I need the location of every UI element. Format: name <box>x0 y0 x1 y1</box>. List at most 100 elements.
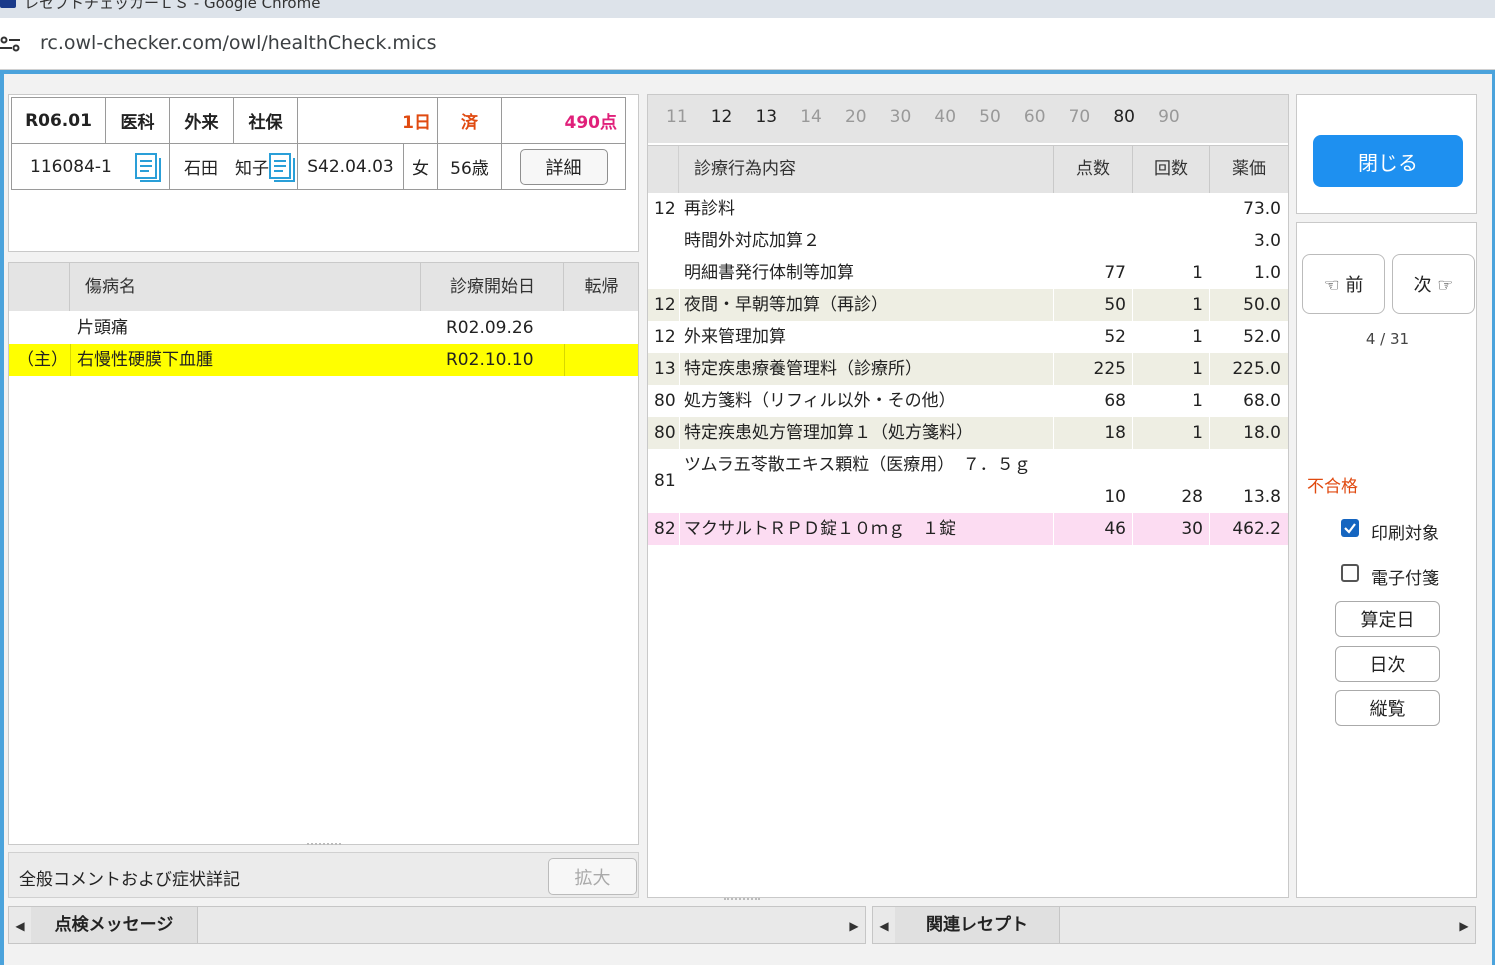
detail-button[interactable]: 詳細 <box>519 148 608 185</box>
next-button[interactable]: 次 ☞ <box>1392 254 1475 314</box>
act-code: 81 <box>654 471 676 491</box>
act-count: 1 <box>1192 263 1203 283</box>
splitter-handle[interactable] <box>307 843 341 846</box>
address-bar[interactable]: rc.owl-checker.com/owl/healthCheck.mics <box>0 18 1495 70</box>
e-attach-label[interactable]: 電子付箋 <box>1371 564 1439 589</box>
category-tab-12[interactable]: 12 <box>711 107 733 127</box>
site-settings-icon[interactable] <box>0 34 22 54</box>
act-points: 10 <box>1104 487 1126 507</box>
expand-button[interactable]: 拡大 <box>548 858 637 895</box>
act-name: ツムラ五苓散エキス顆粒（医療用） ７．５ｇ <box>684 455 1031 475</box>
act-row[interactable]: 82 マクサルトＲＰＤ錠１０ｍｇ １錠 46 30 462.2 <box>648 513 1288 545</box>
main-col-header <box>9 263 70 311</box>
acts-panel: 11 12 13 14 20 30 40 50 60 70 80 90 診療行為… <box>647 94 1289 901</box>
disease-row[interactable]: 片頭痛 R02.09.26 <box>9 312 637 344</box>
category-tab-80[interactable]: 80 <box>1113 107 1135 127</box>
act-count <box>1133 225 1203 257</box>
column-divider <box>1209 289 1210 321</box>
print-target-checkbox[interactable] <box>1341 519 1359 537</box>
document-icon[interactable] <box>269 153 295 183</box>
category-tab-70[interactable]: 70 <box>1069 107 1091 127</box>
daily-button[interactable]: 日次 <box>1335 646 1440 682</box>
act-name: マクサルトＲＰＤ錠１０ｍｇ １錠 <box>684 519 956 539</box>
splitter-handle[interactable] <box>724 898 760 901</box>
category-tabs: 11 12 13 14 20 30 40 50 60 70 80 90 <box>648 95 1288 143</box>
checkmark-icon <box>1344 523 1356 534</box>
claim-month: R06.01 <box>11 97 106 144</box>
disease-row[interactable]: （主） 右慢性硬膜下血腫 R02.10.10 <box>9 344 638 376</box>
act-price: 3.0 <box>1253 231 1281 251</box>
related-receipt-tab[interactable]: 関連レセプト <box>895 907 1060 943</box>
act-row[interactable]: 12 再診料 73.0 <box>648 193 1288 225</box>
window-title: レセプトチェッカーＬＳ - Google Chrome <box>24 0 321 12</box>
patient-name: 石田 知子 <box>184 159 269 179</box>
column-divider <box>1132 513 1133 545</box>
outcome-col-header: 転帰 <box>584 277 619 297</box>
scroll-left-arrow-icon[interactable]: ◀ <box>873 907 895 945</box>
act-row[interactable]: 13 特定疾患療養管理料（診療所） 225 1 225.0 <box>648 353 1288 385</box>
act-price: 52.0 <box>1243 327 1281 347</box>
category-tab-90[interactable]: 90 <box>1158 107 1180 127</box>
act-code: 82 <box>654 519 676 539</box>
act-row[interactable]: 明細書発行体制等加算 77 1 1.0 <box>648 257 1288 289</box>
disease-name-col-header: 傷病名 <box>71 263 421 311</box>
category-tab-60[interactable]: 60 <box>1024 107 1046 127</box>
act-count: 1 <box>1192 295 1203 315</box>
category-tab-13[interactable]: 13 <box>755 107 777 127</box>
acts-table-header: 診療行為内容 点数 回数 薬価 <box>648 145 1288 193</box>
calc-date-button[interactable]: 算定日 <box>1335 601 1440 637</box>
category-tab-50[interactable]: 50 <box>979 107 1001 127</box>
act-row[interactable]: 80 処方箋料（リフィル以外・その他） 68 1 68.0 <box>648 385 1288 417</box>
main-disease-flag: （主） <box>17 350 68 370</box>
act-points: 77 <box>1104 263 1126 283</box>
e-attach-checkbox[interactable] <box>1341 564 1359 582</box>
act-row[interactable]: 81 ツムラ五苓散エキス顆粒（医療用） ７．５ｇ 10 28 13.8 <box>648 449 1288 513</box>
act-name: 再診料 <box>684 199 735 219</box>
category-tab-11[interactable]: 11 <box>666 107 688 127</box>
act-row[interactable]: 時間外対応加算２ 3.0 <box>648 225 1288 257</box>
category-tab-40[interactable]: 40 <box>934 107 956 127</box>
insurance-type: 社保 <box>233 97 298 144</box>
app-favicon-icon <box>0 0 16 8</box>
vertical-review-button[interactable]: 縦覧 <box>1335 690 1440 726</box>
prev-button[interactable]: ☜ 前 <box>1302 254 1385 314</box>
column-divider <box>1132 353 1133 385</box>
act-row[interactable]: 12 夜間・早朝等加算（再診） 50 1 50.0 <box>648 289 1288 321</box>
act-row[interactable]: 12 外来管理加算 52 1 52.0 <box>648 321 1288 353</box>
act-price: 18.0 <box>1243 423 1281 443</box>
act-price: 462.2 <box>1232 519 1281 539</box>
category-tab-20[interactable]: 20 <box>845 107 867 127</box>
close-button[interactable]: 閉じる <box>1313 135 1463 187</box>
disease-name: 片頭痛 <box>77 318 128 338</box>
detail-button-cell: 詳細 <box>501 143 626 190</box>
column-divider <box>1053 417 1054 449</box>
birth-date: S42.04.03 <box>297 143 404 190</box>
column-divider <box>1053 513 1054 545</box>
act-row[interactable]: 80 特定疾患処方管理加算１（処方箋料） 18 1 18.0 <box>648 417 1288 449</box>
column-divider <box>1209 353 1210 385</box>
column-divider <box>679 353 680 385</box>
count-col-header: 回数 <box>1133 146 1210 193</box>
document-icon[interactable] <box>135 153 161 183</box>
receipt-header-table: R06.01 医科 外来 社保 1日 済 490点 116084-1 石田 知子 <box>11 97 626 190</box>
column-divider <box>1132 289 1133 321</box>
print-target-label[interactable]: 印刷対象 <box>1371 519 1439 544</box>
act-count: 1 <box>1192 327 1203 347</box>
url-text[interactable]: rc.owl-checker.com/owl/healthCheck.mics <box>40 32 437 54</box>
patient-sex: 女 <box>403 143 438 190</box>
act-code: 80 <box>654 391 676 411</box>
inspection-message-tab[interactable]: 点検メッセージ <box>31 907 198 943</box>
column-divider <box>1053 353 1054 385</box>
scroll-left-arrow-icon[interactable]: ◀ <box>9 907 31 945</box>
category-tab-14[interactable]: 14 <box>800 107 822 127</box>
browser-title-bar: レセプトチェッカーＬＳ - Google Chrome <box>0 0 1495 18</box>
scroll-right-arrow-icon[interactable]: ▶ <box>843 907 865 945</box>
visit-type: 外来 <box>169 97 234 144</box>
act-count: 1 <box>1192 423 1203 443</box>
scroll-right-arrow-icon[interactable]: ▶ <box>1453 907 1475 945</box>
act-code: 12 <box>654 295 676 315</box>
price-col-header: 薬価 <box>1232 159 1266 179</box>
column-divider <box>679 417 680 449</box>
points-col-header: 点数 <box>1054 146 1133 193</box>
category-tab-30[interactable]: 30 <box>890 107 912 127</box>
